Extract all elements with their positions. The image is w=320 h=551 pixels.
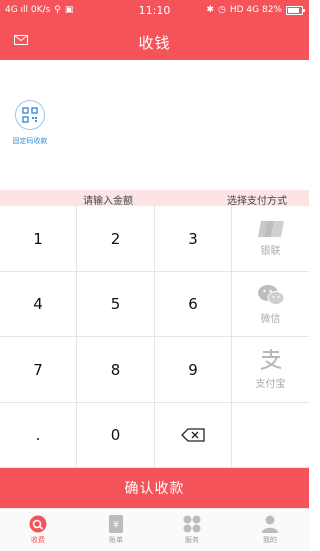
key-0[interactable]: 0 (77, 403, 155, 468)
key-dot[interactable]: . (0, 403, 77, 468)
fixed-qr-shortcut[interactable]: 固定码收款 (8, 100, 52, 146)
backspace-button[interactable] (155, 403, 232, 468)
confirm-collect-button[interactable]: 确认收款 (0, 468, 309, 508)
status-bar: 4G ıll 0K/s ⚲ ▣ 11:10 ✱ ◷ HD 4G 82% (0, 0, 309, 22)
svg-text:¥: ¥ (113, 521, 119, 531)
bill-icon: ¥ (109, 515, 123, 533)
alarm-icon: ◷ (218, 5, 226, 15)
page-title: 收钱 (138, 34, 171, 52)
status-right-text: HD 4G 82% (229, 5, 282, 15)
tab-profile[interactable]: 我的 (240, 513, 300, 545)
tab-collect-label: 收费 (31, 536, 45, 544)
qr-code-icon (15, 100, 45, 130)
pay-method-alipay-label: 支付宝 (255, 379, 286, 390)
status-right: ✱ ◷ HD 4G 82% (206, 5, 305, 15)
tab-bill-label: 账单 (109, 536, 123, 544)
input-labels-row: 请输入金额 选择支付方式 (0, 190, 309, 207)
bluetooth-icon: ✱ (206, 5, 215, 15)
amount-label: 请输入金额 (83, 196, 133, 207)
pay-method-empty (232, 403, 309, 468)
keypad: 1 2 3 4 5 6 7 8 9 . 0 银联 微信 支付宝 (0, 206, 309, 468)
bottom-tab-bar: 收费 ¥ 账单 服务 我的 (0, 508, 309, 551)
title-bar: 收钱 (0, 22, 309, 60)
payment-method-label: 选择支付方式 (227, 196, 287, 207)
key-3[interactable]: 3 (155, 206, 232, 272)
pay-method-alipay[interactable]: 支付宝 (232, 337, 309, 403)
key-7[interactable]: 7 (0, 337, 77, 403)
wechat-icon (257, 284, 284, 305)
pay-method-wechat-label: 微信 (260, 313, 281, 325)
tab-profile-label: 我的 (263, 536, 277, 544)
tab-service[interactable]: 服务 (162, 513, 222, 545)
tab-service-label: 服务 (185, 536, 199, 544)
backspace-icon (181, 428, 205, 442)
qr-shortcut-label: 固定码收款 (12, 137, 48, 145)
unionpay-icon (257, 221, 284, 237)
collect-icon (29, 515, 47, 533)
service-icon (183, 515, 201, 533)
pay-method-unionpay-label: 银联 (260, 246, 281, 257)
key-1[interactable]: 1 (0, 206, 77, 272)
pay-method-wechat[interactable]: 微信 (232, 272, 309, 337)
battery-icon (286, 5, 305, 15)
key-6[interactable]: 6 (155, 272, 232, 337)
alipay-icon (260, 349, 281, 370)
tab-collect[interactable]: 收费 (8, 513, 68, 545)
key-2[interactable]: 2 (77, 206, 155, 272)
profile-icon (262, 515, 278, 533)
key-9[interactable]: 9 (155, 337, 232, 403)
pay-method-unionpay[interactable]: 银联 (232, 206, 309, 272)
key-8[interactable]: 8 (77, 337, 155, 403)
key-4[interactable]: 4 (0, 272, 77, 337)
key-5[interactable]: 5 (77, 272, 155, 337)
tab-bill[interactable]: ¥ 账单 (86, 513, 146, 545)
